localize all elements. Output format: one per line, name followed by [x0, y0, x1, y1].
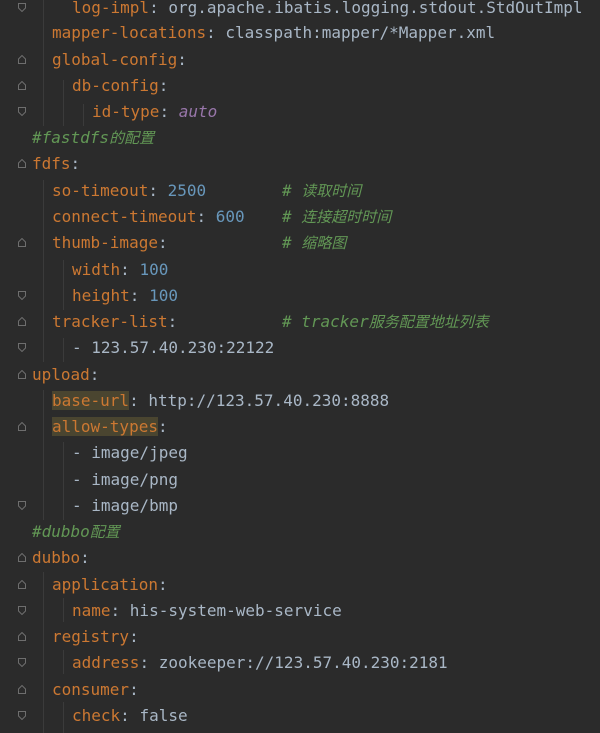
yaml-comment-text: 的配置 [109, 129, 155, 147]
yaml-key: consumer [52, 680, 130, 699]
yaml-comment: #dubbo [32, 522, 90, 541]
code-line[interactable]: fdfs: [0, 151, 600, 177]
yaml-value: http://123.57.40.230:8888 [148, 391, 390, 410]
yaml-value: 100 [139, 260, 169, 279]
yaml-key: connect-timeout [52, 207, 197, 226]
code-line[interactable]: db-config: [0, 73, 600, 99]
yaml-key: tracker-list [52, 312, 168, 331]
yaml-key: id-type [92, 102, 160, 121]
yaml-value: zookeeper://123.57.40.230:2181 [158, 653, 448, 672]
yaml-comment: # [282, 233, 302, 252]
yaml-comment-text: 缩略图 [301, 234, 347, 252]
code-line[interactable]: check: false [0, 703, 600, 729]
fold-open-icon[interactable] [18, 553, 26, 562]
yaml-comment: #fastdfs [32, 128, 110, 147]
code-line[interactable]: - image/jpeg [0, 440, 600, 466]
yaml-key: width [72, 260, 121, 279]
yaml-comment-text: 连接超时时间 [301, 208, 392, 226]
fold-open-icon[interactable] [18, 159, 26, 168]
yaml-key: upload [32, 365, 90, 384]
fold-close-icon[interactable] [18, 3, 26, 12]
code-line[interactable]: connect-timeout: 600 # 连接超时时间 [0, 204, 600, 230]
code-line[interactable]: - image/bmp [0, 493, 600, 519]
code-line[interactable]: id-type: auto [0, 99, 600, 125]
yaml-value: false [139, 706, 188, 725]
yaml-key: registry [52, 627, 130, 646]
code-line[interactable]: thumb-image: # 缩略图 [0, 230, 600, 256]
yaml-list-item: - image/png [72, 470, 178, 489]
fold-close-icon[interactable] [18, 107, 26, 116]
fold-close-icon[interactable] [18, 606, 26, 615]
yaml-value: 2500 [167, 181, 207, 200]
code-line[interactable]: so-timeout: 2500 # 读取时间 [0, 178, 600, 204]
fold-open-icon[interactable] [18, 317, 26, 326]
code-line[interactable]: upload: [0, 362, 600, 388]
yaml-comment-text: 配置 [89, 523, 120, 541]
yaml-key: height [72, 286, 130, 305]
yaml-value: org.apache.ibatis.logging.stdout.StdOutI… [168, 0, 583, 17]
code-line[interactable]: base-url: http://123.57.40.230:8888 [0, 388, 600, 414]
fold-open-icon[interactable] [18, 580, 26, 589]
yaml-value: 600 [215, 207, 245, 226]
code-line[interactable]: allow-types: [0, 414, 600, 440]
code-line[interactable]: #fastdfs的配置 [0, 125, 600, 151]
code-line[interactable]: consumer: [0, 677, 600, 703]
yaml-list-item: - image/jpeg [72, 443, 188, 462]
fold-open-icon[interactable] [18, 370, 26, 379]
fold-open-icon[interactable] [18, 685, 26, 694]
yaml-key: thumb-image [52, 233, 158, 252]
yaml-key: so-timeout [52, 181, 149, 200]
yaml-key: base-url [52, 391, 130, 410]
yaml-comment: # tracker [282, 312, 369, 331]
code-line[interactable]: - 123.57.40.230:22122 [0, 335, 600, 361]
fold-close-icon[interactable] [18, 711, 26, 720]
yaml-key: log-impl [72, 0, 150, 17]
yaml-key: db-config [72, 76, 159, 95]
yaml-key: address [72, 653, 140, 672]
code-line[interactable]: application: [0, 572, 600, 598]
yaml-key: global-config [52, 50, 178, 69]
yaml-value: his-system-web-service [129, 601, 342, 620]
yaml-comment-text: 读取时间 [301, 182, 362, 200]
code-line[interactable]: registry: [0, 624, 600, 650]
yaml-key: fdfs [32, 154, 71, 173]
code-line[interactable]: width: 100 [0, 257, 600, 283]
code-line[interactable]: global-config: [0, 47, 600, 73]
fold-close-icon[interactable] [18, 501, 26, 510]
code-line[interactable]: address: zookeeper://123.57.40.230:2181 [0, 650, 600, 676]
yaml-value: classpath:mapper/*Mapper.xml [225, 23, 496, 42]
fold-close-icon[interactable] [18, 291, 26, 300]
yaml-key: mapper-locations [52, 23, 207, 42]
yaml-key: allow-types [52, 417, 158, 436]
code-editor[interactable]: log-impl: org.apache.ibatis.logging.stdo… [0, 0, 600, 733]
fold-open-icon[interactable] [18, 632, 26, 641]
fold-open-icon[interactable] [18, 81, 26, 90]
code-line[interactable]: height: 100 [0, 283, 600, 309]
code-line[interactable]: name: his-system-web-service [0, 598, 600, 624]
fold-close-icon[interactable] [18, 658, 26, 667]
yaml-list-item: - image/bmp [72, 496, 178, 515]
yaml-key: dubbo [32, 548, 81, 567]
yaml-key: check [72, 706, 121, 725]
yaml-comment: # [282, 181, 302, 200]
yaml-list-item: - 123.57.40.230:22122 [72, 338, 275, 357]
code-line[interactable]: #dubbo配置 [0, 519, 600, 545]
code-line[interactable]: - image/png [0, 467, 600, 493]
fold-open-icon[interactable] [18, 55, 26, 64]
code-line[interactable]: tracker-list: # tracker服务配置地址列表 [0, 309, 600, 335]
yaml-comment: # [282, 207, 302, 226]
yaml-key: name [72, 601, 111, 620]
fold-open-icon[interactable] [18, 238, 26, 247]
code-line[interactable]: mapper-locations: classpath:mapper/*Mapp… [0, 20, 600, 46]
fold-open-icon[interactable] [18, 422, 26, 431]
fold-close-icon[interactable] [18, 343, 26, 352]
yaml-key: application [52, 575, 158, 594]
yaml-comment-text: 服务配置地址列表 [368, 313, 489, 331]
yaml-value: auto [178, 102, 218, 121]
code-line[interactable]: log-impl: org.apache.ibatis.logging.stdo… [0, 0, 600, 21]
yaml-value: 100 [149, 286, 178, 305]
code-line[interactable]: dubbo: [0, 545, 600, 571]
